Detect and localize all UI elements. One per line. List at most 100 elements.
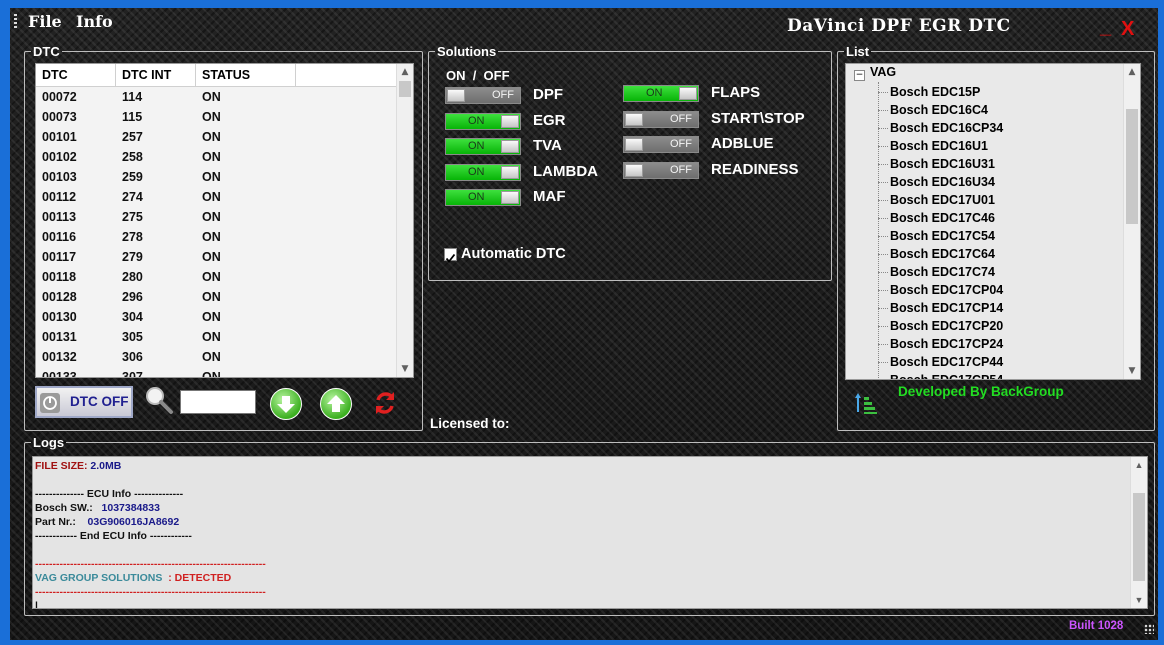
tree-line [878,326,888,327]
menu-file[interactable]: File [28,12,62,31]
table-row[interactable]: 00101 257 ON [36,127,396,147]
resize-grip-icon[interactable] [1144,624,1154,634]
toggle-adblue[interactable]: OFF [623,136,699,153]
automatic-dtc-label[interactable]: Automatic DTC [461,246,566,262]
dtc-table[interactable]: DTC DTC INT STATUS 00072 114 ON 00073 115 ON 0… [35,63,414,378]
collapse-icon[interactable]: − [854,70,865,81]
scroll-up-arrow-icon[interactable]: ▲ [1124,64,1140,80]
power-icon [40,393,60,413]
table-row[interactable]: 00133 307 ON [36,367,396,377]
tree-item[interactable]: Bosch EDC17U01 [890,191,995,209]
cell-status: ON [202,270,221,284]
tree-item[interactable]: Bosch EDC17CP54 [890,371,1003,379]
tree-item[interactable]: Bosch EDC17C54 [890,227,995,245]
built-label: Built 1028 [1069,620,1124,632]
cell-status: ON [202,330,221,344]
scroll-thumb[interactable] [399,81,411,97]
dtc-off-label: DTC OFF [70,394,129,409]
dtc-search-input[interactable] [180,390,256,414]
app-window: File Info DaVinci DPF EGR DTC _ X DTC DT… [10,8,1158,640]
col-status[interactable]: STATUS [196,64,296,86]
table-row[interactable]: 00128 296 ON [36,287,396,307]
toggle-dpf[interactable]: OFF [445,87,521,104]
cell-status: ON [202,110,221,124]
toggle-egr[interactable]: ON [445,112,521,130]
log-text: 2.0MB [87,460,122,472]
table-row[interactable]: 00132 306 ON [36,347,396,367]
cell-status: ON [202,310,221,324]
grip-icon[interactable] [14,14,17,28]
tree-item[interactable]: Bosch EDC16U34 [890,173,995,191]
refresh-icon[interactable] [370,388,400,418]
arrow-up-icon[interactable] [320,388,352,420]
tree-item[interactable]: Bosch EDC17C74 [890,263,995,281]
tree-item[interactable]: Bosch EDC16U31 [890,155,995,173]
log-text: : DETECTED [162,572,232,584]
scroll-down-arrow-icon[interactable]: ▼ [1124,363,1140,379]
table-row[interactable]: 00113 275 ON [36,207,396,227]
menu-info[interactable]: Info [76,12,113,31]
tree-line [878,200,888,201]
cell-dtc: 00072 [42,90,77,104]
arrow-down-icon[interactable] [270,388,302,420]
tree-item[interactable]: Bosch EDC16C4 [890,101,988,119]
tree-root-vag[interactable]: VAG [870,65,896,79]
col-dtc[interactable]: DTC [36,64,116,86]
table-row[interactable]: 00112 274 ON [36,187,396,207]
table-row[interactable]: 00073 115 ON [36,107,396,127]
table-row[interactable]: 00117 279 ON [36,247,396,267]
table-row[interactable]: 00116 278 ON [36,227,396,247]
table-row[interactable]: 00072 114 ON [36,87,396,107]
solution-label: READINESS [711,160,799,178]
toggle-readiness[interactable]: OFF [623,161,699,179]
table-row[interactable]: 00130 304 ON [36,307,396,327]
toggle-maf[interactable]: ON [445,189,521,206]
tree-line [878,272,888,273]
search-icon[interactable] [142,383,176,417]
tree-item[interactable]: Bosch EDC17C64 [890,245,995,263]
logs-scrollbar[interactable]: ▲ ▼ [1130,457,1147,608]
cell-status: ON [202,250,221,264]
sort-icon[interactable] [853,390,879,416]
table-row[interactable]: 00118 280 ON [36,267,396,287]
tree-item[interactable]: Bosch EDC17CP04 [890,281,1003,299]
ecu-tree[interactable]: − VAG Bosch EDC15P Bosch EDC16C4 Bosch EDC… [845,63,1141,380]
table-row[interactable]: 00102 258 ON [36,147,396,167]
tree-line [878,362,888,363]
scroll-up-arrow-icon[interactable]: ▲ [1131,457,1147,473]
dtc-legend: DTC [33,44,60,59]
dtc-off-button[interactable]: DTC OFF [35,386,133,418]
close-button[interactable]: X [1121,18,1134,41]
minimize-button[interactable]: _ [1100,16,1111,39]
toggle-state: ON [468,165,485,178]
log-line: -------------- ECU Info -------------- [35,487,183,501]
list-legend: List [846,44,870,59]
logs-textbox[interactable]: FILE SIZE: 2.0MB -------------- ECU Info … [32,456,1148,609]
tree-item[interactable]: Bosch EDC17CP14 [890,299,1003,317]
toggle-lambda[interactable]: ON [445,163,521,181]
tree-item[interactable]: Bosch EDC17CP44 [890,353,1003,371]
tree-item[interactable]: Bosch EDC16CP34 [890,119,1003,137]
table-row[interactable]: 00131 305 ON [36,327,396,347]
table-row[interactable]: 00103 259 ON [36,167,396,187]
scroll-thumb[interactable] [1126,109,1138,224]
tree-item[interactable]: Bosch EDC17CP24 [890,335,1003,353]
scroll-up-arrow-icon[interactable]: ▲ [397,64,413,80]
checkbox-icon[interactable] [444,248,457,263]
list-scrollbar[interactable]: ▲ ▼ [1123,64,1140,379]
tree-item[interactable]: Bosch EDC16U1 [890,137,988,155]
scroll-down-arrow-icon[interactable]: ▼ [397,361,413,377]
toggle-flaps[interactable]: ON [623,85,699,102]
tree-item[interactable]: Bosch EDC17CP20 [890,317,1003,335]
tree-item[interactable]: Bosch EDC17C46 [890,209,995,227]
tree-item[interactable]: Bosch EDC15P [890,83,980,101]
cell-dtc-int: 304 [122,310,143,324]
tree-line [878,92,888,93]
toggle-startstop[interactable]: OFF [623,110,699,128]
dtc-scrollbar[interactable]: ▲ ▼ [396,64,413,377]
scroll-thumb[interactable] [1133,493,1145,581]
toggle-tva[interactable]: ON [445,138,521,155]
scroll-down-arrow-icon[interactable]: ▼ [1131,592,1147,608]
log-line: FILE SIZE: 2.0MB [35,459,121,473]
col-dtc-int[interactable]: DTC INT [116,64,196,86]
